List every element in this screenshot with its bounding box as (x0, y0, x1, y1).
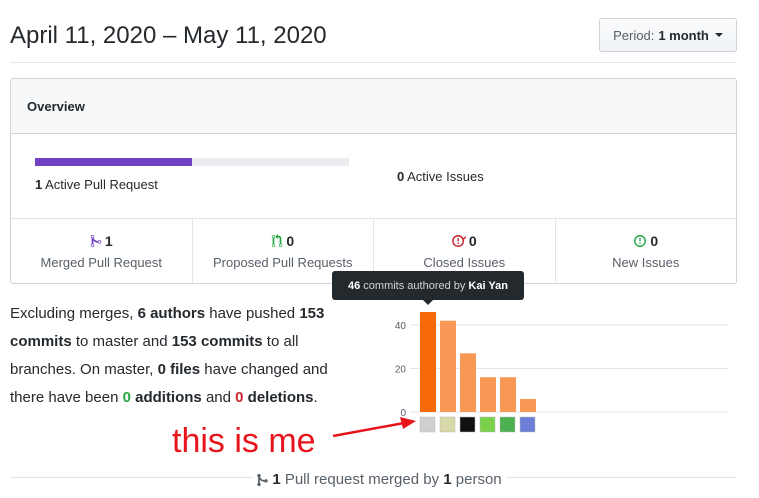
summary-text: . (313, 389, 318, 406)
commits-by-author-chart: 02040 (395, 312, 728, 433)
active-issues-link[interactable]: 0 Active Issues (397, 169, 484, 184)
authors-count: 6 authors (137, 305, 206, 322)
summary-text: have pushed (205, 305, 300, 322)
active-issues-label: Active Issues (407, 169, 484, 184)
author-avatar[interactable] (439, 416, 456, 433)
stat-label: New Issues (612, 255, 680, 270)
author-avatar[interactable] (419, 416, 436, 433)
active-issues-count: 0 (397, 169, 405, 184)
stat-merged-prs[interactable]: 1 Merged Pull Request (11, 219, 193, 283)
overview-title: Overview (11, 79, 736, 134)
stat-count: 1 (104, 233, 113, 249)
annotation-arrow-icon (332, 417, 416, 438)
tooltip-count: 46 (348, 279, 361, 292)
active-pr-bar (35, 158, 349, 166)
stat-label: Proposed Pull Requests (213, 255, 353, 270)
y-tick-label: 40 (395, 321, 407, 332)
stat-count: 0 (650, 233, 659, 249)
author-avatar[interactable] (519, 416, 536, 433)
commit-bar[interactable] (480, 377, 496, 412)
summary-text: to master and (71, 333, 172, 350)
merge-icon (90, 234, 102, 248)
active-pr-link[interactable]: 1 Active Pull Request (35, 177, 158, 192)
tooltip-text: commits authored by (363, 279, 466, 292)
annotation-text: this is me (172, 422, 316, 460)
commit-bar[interactable] (520, 398, 536, 412)
active-pr-bar-fill (35, 158, 192, 166)
author-avatar[interactable] (479, 416, 496, 433)
pull-request-icon (272, 234, 283, 248)
author-avatar[interactable] (459, 416, 476, 433)
active-pr-count: 1 (35, 177, 43, 192)
deletions-count: 0 (235, 389, 244, 406)
stat-count: 0 (286, 233, 295, 249)
y-tick-label: 20 (395, 365, 407, 376)
active-pr-label: Active Pull Request (45, 177, 158, 192)
merged-text: Pull request merged by (280, 471, 444, 488)
commit-summary: Excluding merges, 6 authors have pushed … (10, 300, 350, 412)
files-count: 0 files (157, 361, 201, 378)
additions-count: 0 (122, 389, 131, 406)
commit-bar[interactable] (460, 353, 476, 412)
merge-icon (257, 473, 269, 486)
stat-label: Closed Issues (423, 255, 506, 270)
merged-count: 1 (272, 471, 281, 488)
date-range-title: April 11, 2020 – May 11, 2020 (10, 22, 327, 49)
period-label: Period: (613, 27, 655, 43)
overview-panel: Overview 1 Active Pull Request 0 Active … (10, 78, 737, 284)
period-value: 1 month (658, 27, 709, 43)
period-select-button[interactable]: Period: 1 month (599, 18, 737, 52)
commits-all-count: 153 commits (171, 333, 263, 350)
people-count: 1 (443, 471, 452, 488)
overview-active-summary: 1 Active Pull Request 0 Active Issues (11, 134, 736, 219)
stat-count: 0 (468, 233, 477, 249)
tooltip-author: Kai Yan (468, 279, 508, 292)
issue-closed-icon (452, 235, 466, 247)
additions-label: additions (130, 389, 202, 406)
commit-bar[interactable] (440, 320, 456, 412)
issue-opened-icon (634, 235, 647, 247)
merged-pr-summary: 1 Pull request merged by 1 person (0, 471, 759, 491)
summary-text: Excluding merges, (10, 305, 138, 322)
divider (10, 62, 737, 63)
tooltip-arrow (423, 300, 433, 305)
stat-label: Merged Pull Request (40, 255, 162, 270)
commit-bar[interactable] (420, 312, 436, 412)
summary-text: and (201, 389, 236, 406)
stat-new-issues[interactable]: 0 New Issues (556, 219, 737, 283)
caret-down-icon (714, 33, 723, 37)
chart-tooltip: 46 commits authored by Kai Yan (332, 271, 524, 300)
deletions-label: deletions (243, 389, 314, 406)
author-avatar[interactable] (499, 416, 516, 433)
commit-bar[interactable] (500, 377, 516, 412)
merged-text: person (451, 471, 502, 488)
